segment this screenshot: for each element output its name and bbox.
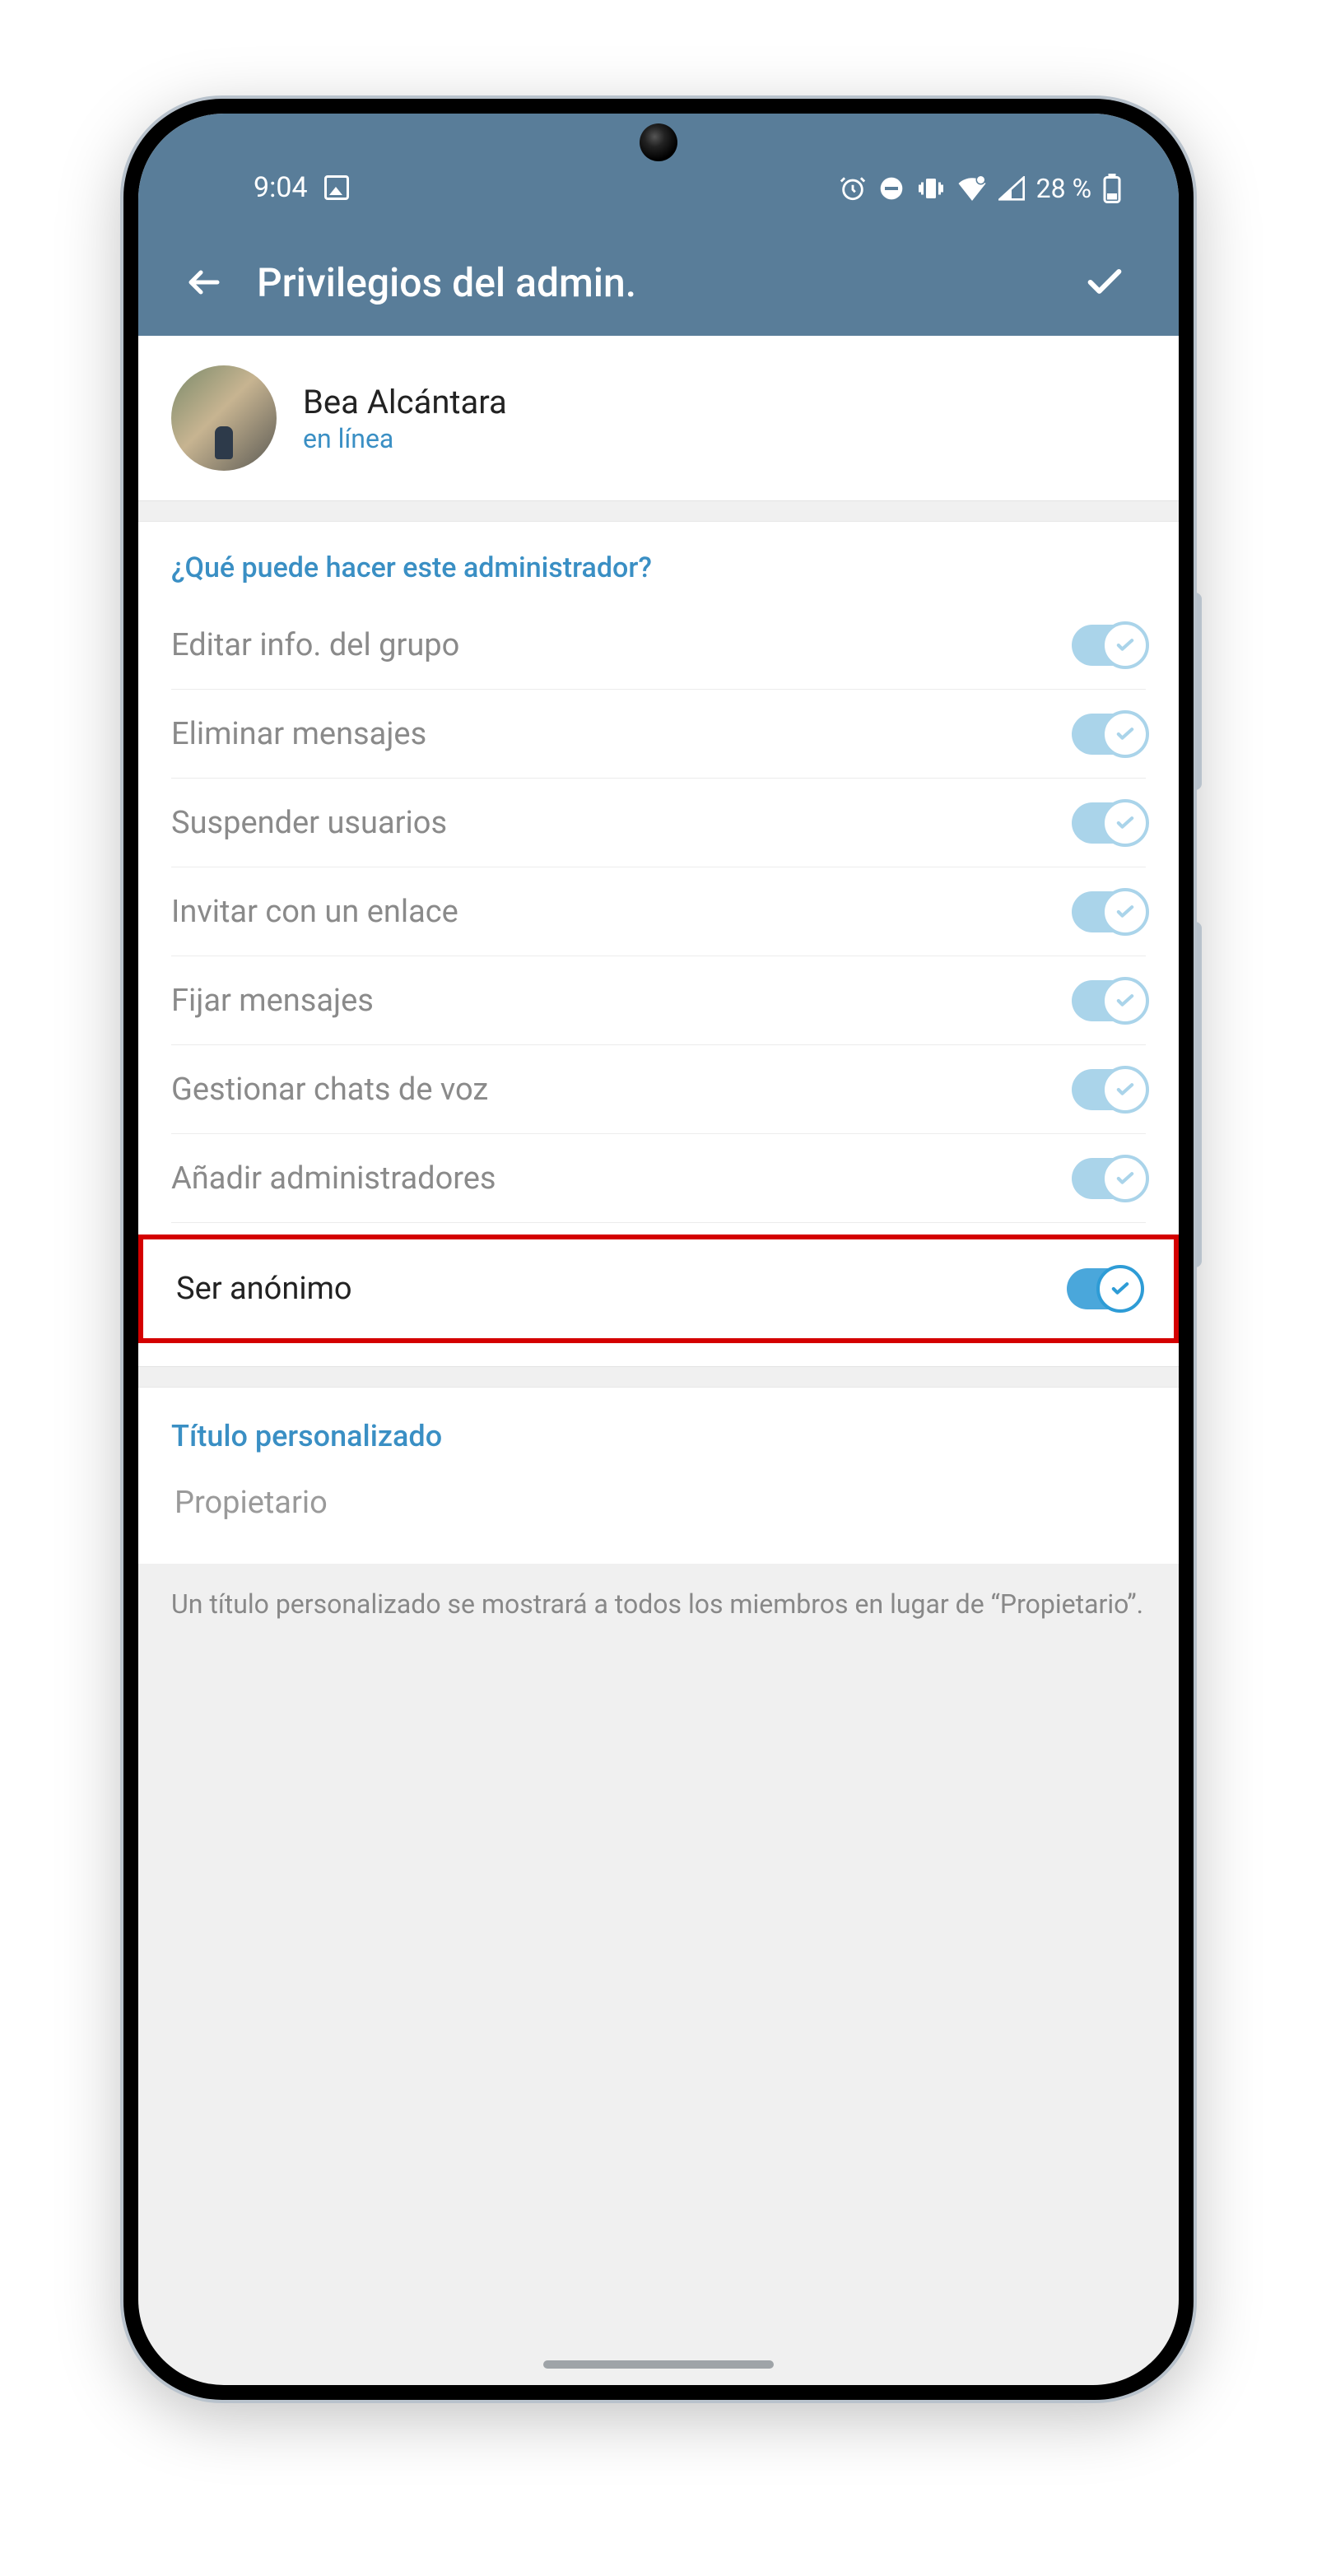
check-icon	[1114, 1078, 1137, 1101]
perm-label: Fijar mensajes	[171, 983, 374, 1019]
perm-edit-group-info[interactable]: Editar info. del grupo	[171, 601, 1146, 690]
status-time: 9:04	[254, 171, 308, 204]
check-icon	[1114, 723, 1137, 746]
perm-delete-messages[interactable]: Eliminar mensajes	[171, 690, 1146, 779]
perm-anonymous[interactable]: Ser anónimo	[176, 1239, 1141, 1338]
alarm-icon	[839, 174, 867, 202]
perm-pin-messages[interactable]: Fijar mensajes	[171, 956, 1146, 1045]
check-icon	[1083, 261, 1126, 304]
toggle-add-admins[interactable]	[1072, 1158, 1146, 1199]
profile-row[interactable]: Bea Alcántara en línea	[138, 336, 1179, 500]
check-icon	[1114, 811, 1137, 835]
section-divider	[138, 500, 1179, 522]
toggle-edit-group-info[interactable]	[1072, 625, 1146, 666]
confirm-button[interactable]	[1072, 261, 1138, 304]
section-divider	[138, 1366, 1179, 1388]
custom-title-section: Título personalizado Propietario	[138, 1388, 1179, 1564]
permissions-header: ¿Qué puede hacer este administrador?	[171, 546, 1146, 601]
custom-title-header: Título personalizado	[171, 1419, 1146, 1453]
app-bar: Privilegios del admin.	[138, 229, 1179, 336]
perm-ban-users[interactable]: Suspender usuarios	[171, 779, 1146, 867]
perm-label: Eliminar mensajes	[171, 716, 426, 752]
profile-status: en línea	[303, 423, 507, 454]
highlighted-permission: Ser anónimo	[138, 1235, 1179, 1343]
perm-label: Editar info. del grupo	[171, 627, 459, 663]
check-icon	[1114, 989, 1137, 1012]
check-icon	[1114, 634, 1137, 657]
profile-name: Bea Alcántara	[303, 383, 507, 421]
back-button[interactable]	[171, 263, 237, 302]
perm-manage-voice[interactable]: Gestionar chats de voz	[171, 1045, 1146, 1134]
toggle-ban-users[interactable]	[1072, 802, 1146, 844]
toggle-anonymous[interactable]	[1067, 1268, 1141, 1309]
screen: 9:04 28 % Privilegios del admin.	[138, 114, 1179, 2385]
battery-percent: 28 %	[1036, 173, 1091, 204]
permissions-section: ¿Qué puede hacer este administrador? Edi…	[138, 522, 1179, 1366]
check-icon	[1114, 1167, 1137, 1190]
wifi-icon	[957, 176, 987, 201]
perm-label: Ser anónimo	[176, 1271, 352, 1307]
avatar	[171, 365, 277, 471]
app-bar-title: Privilegios del admin.	[237, 259, 1072, 306]
perm-label: Suspender usuarios	[171, 805, 447, 841]
custom-title-note: Un título personalizado se mostrará a to…	[138, 1564, 1179, 1721]
nav-handle[interactable]	[543, 2360, 774, 2369]
signal-icon	[998, 176, 1025, 201]
phone-frame: 9:04 28 % Privilegios del admin.	[123, 99, 1194, 2400]
perm-label: Gestionar chats de voz	[171, 1072, 488, 1108]
toggle-invite-link[interactable]	[1072, 891, 1146, 932]
dnd-icon	[878, 175, 905, 202]
perm-label: Invitar con un enlace	[171, 894, 458, 930]
check-icon	[1109, 1277, 1132, 1300]
toggle-manage-voice[interactable]	[1072, 1069, 1146, 1110]
vibrate-icon	[916, 174, 946, 203]
image-icon	[324, 175, 349, 200]
toggle-pin-messages[interactable]	[1072, 980, 1146, 1021]
front-camera	[640, 123, 677, 161]
perm-label: Añadir administradores	[171, 1160, 496, 1197]
perm-invite-link[interactable]: Invitar con un enlace	[171, 867, 1146, 956]
perm-add-admins[interactable]: Añadir administradores	[171, 1134, 1146, 1223]
toggle-delete-messages[interactable]	[1072, 714, 1146, 755]
battery-icon	[1103, 174, 1121, 203]
check-icon	[1114, 900, 1137, 923]
arrow-left-icon	[184, 263, 224, 302]
custom-title-input[interactable]: Propietario	[171, 1453, 1146, 1531]
